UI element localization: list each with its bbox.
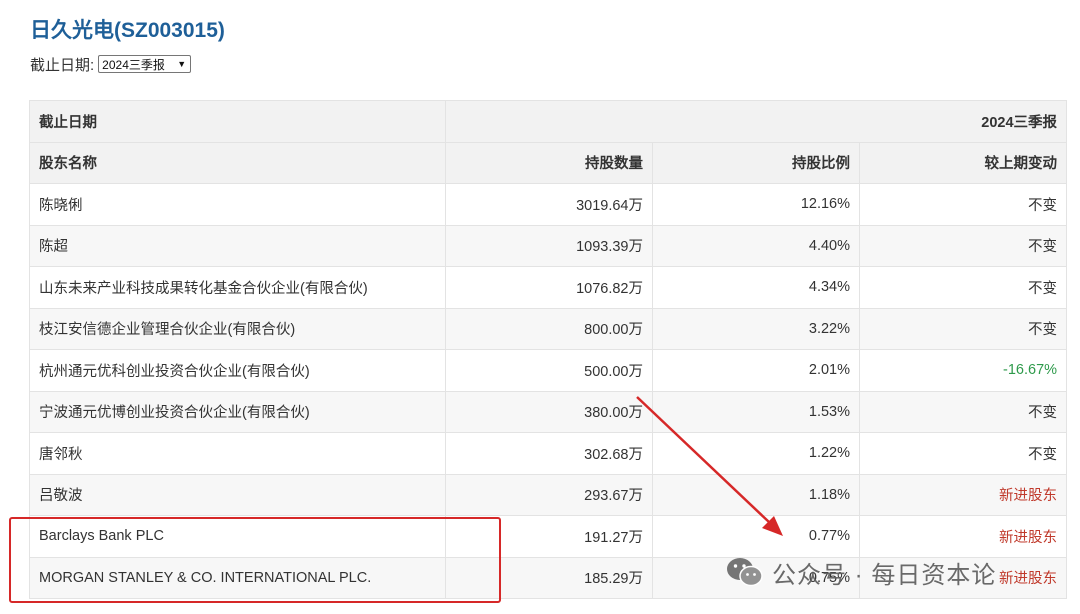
holder-name-cell: 唐邻秋 (29, 432, 446, 475)
table-row: 枝江安信德企业管理合伙企业(有限合伙) 800.00万 3.22% 不变 (29, 307, 1068, 350)
wechat-icon (726, 556, 764, 588)
table-row: 宁波通元优博创业投资合伙企业(有限合伙) 380.00万 1.53% 不变 (29, 390, 1068, 433)
holder-name-cell: 枝江安信德企业管理合伙企业(有限合伙) (29, 307, 446, 350)
holder-name-cell: MORGAN STANLEY & CO. INTERNATIONAL PLC. (29, 556, 446, 599)
table-row: 吕敬波 293.67万 1.18% 新进股东 (29, 473, 1068, 516)
table-row: Barclays Bank PLC 191.27万 0.77% 新进股东 (29, 515, 1068, 558)
table-row: 杭州通元优科创业投资合伙企业(有限合伙) 500.00万 2.01% -16.67% (29, 349, 1068, 392)
ratio-cell: 3.22% (652, 307, 860, 350)
change-cell: 不变 (858, 224, 1068, 267)
ratio-cell: 4.40% (652, 224, 860, 267)
shares-cell: 380.00万 (445, 390, 653, 433)
change-cell: -16.67% (858, 349, 1068, 392)
table-row: 陈晓俐 3019.64万 12.16% 不变 (29, 183, 1068, 226)
change-cell: 不变 (858, 432, 1068, 475)
holder-name-cell: 陈超 (29, 224, 446, 267)
watermark-text: 公众号 · 每日资本论 (772, 561, 997, 589)
page-title: 日久光电(SZ003015) (30, 19, 225, 42)
holder-name-cell: 陈晓俐 (29, 183, 446, 226)
shares-cell: 293.67万 (445, 473, 653, 516)
shares-cell: 302.68万 (445, 432, 653, 475)
ratio-cell: 4.34% (652, 266, 860, 309)
column-header-change: 较上期变动 (858, 141, 1068, 184)
shares-cell: 191.27万 (445, 515, 653, 558)
shares-cell: 500.00万 (445, 349, 653, 392)
shares-cell: 3019.64万 (445, 183, 653, 226)
shareholder-table: 截止日期 2024三季报 股东名称 持股数量 持股比例 较上期变动 陈晓俐 301… (29, 100, 1068, 599)
ratio-cell: 0.77% (652, 515, 860, 558)
period-header-label: 截止日期 (29, 100, 446, 143)
column-header-row: 股东名称 持股数量 持股比例 较上期变动 (29, 141, 1068, 184)
column-header-name: 股东名称 (29, 141, 446, 184)
shares-cell: 1076.82万 (445, 266, 653, 309)
holder-name-cell: Barclays Bank PLC (29, 515, 446, 558)
table-row: 山东未来产业科技成果转化基金合伙企业(有限合伙) 1076.82万 4.34% 不变 (29, 266, 1068, 309)
period-filter-label: 截止日期: (30, 56, 95, 74)
column-header-ratio: 持股比例 (652, 141, 860, 184)
period-filter: 截止日期: 2024三季报 ▼ (30, 53, 192, 75)
change-cell: 不变 (858, 183, 1068, 226)
period-select-value: 2024三季报 (102, 57, 165, 72)
shares-cell: 185.29万 (445, 556, 653, 599)
holder-name-cell: 吕敬波 (29, 473, 446, 516)
ratio-cell: 1.53% (652, 390, 860, 433)
column-header-shares: 持股数量 (445, 141, 653, 184)
period-header-row: 截止日期 2024三季报 (29, 100, 1068, 143)
change-cell: 不变 (858, 390, 1068, 433)
shares-cell: 800.00万 (445, 307, 653, 350)
ratio-cell: 12.16% (652, 183, 860, 226)
chevron-down-icon: ▼ (177, 59, 187, 69)
change-cell: 新进股东 (858, 473, 1068, 516)
period-select[interactable]: 2024三季报 ▼ (98, 55, 192, 73)
change-cell: 新进股东 (858, 515, 1068, 558)
watermark: 公众号 · 每日资本论 (726, 553, 996, 591)
change-cell: 不变 (858, 266, 1068, 309)
table-row: 唐邻秋 302.68万 1.22% 不变 (29, 432, 1068, 475)
ratio-cell: 1.18% (652, 473, 860, 516)
shares-cell: 1093.39万 (445, 224, 653, 267)
holder-name-cell: 山东未来产业科技成果转化基金合伙企业(有限合伙) (29, 266, 446, 309)
change-cell: 不变 (858, 307, 1068, 350)
ratio-cell: 2.01% (652, 349, 860, 392)
table-row: 陈超 1093.39万 4.40% 不变 (29, 224, 1068, 267)
holder-name-cell: 宁波通元优博创业投资合伙企业(有限合伙) (29, 390, 446, 433)
ratio-cell: 1.22% (652, 432, 860, 475)
period-header-value: 2024三季报 (444, 100, 1068, 143)
holder-name-cell: 杭州通元优科创业投资合伙企业(有限合伙) (29, 349, 446, 392)
